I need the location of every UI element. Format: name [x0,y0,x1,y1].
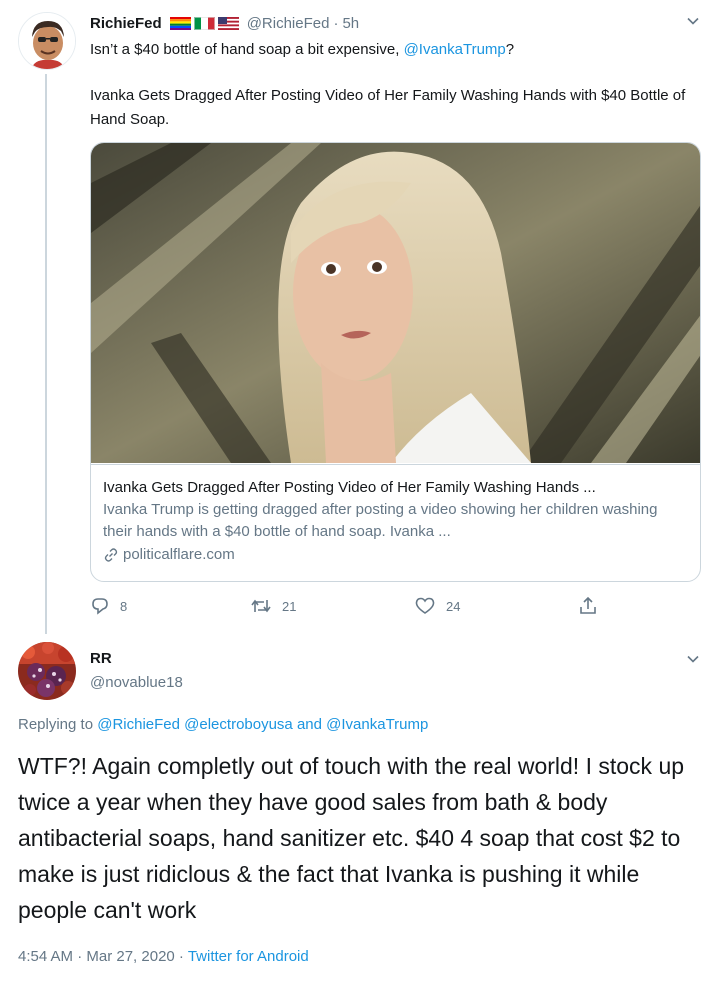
reply-mention-richiefed[interactable]: @RichieFed [97,716,180,733]
author-handle[interactable]: @RichieFed [247,15,330,32]
replying-to: Replying to @RichieFed @electroboyusa an… [18,716,428,733]
tweet-header: RichieFed @RichieFed · 5h [90,12,359,34]
author-handle[interactable]: @novablue18 [90,674,183,691]
italy-flag-icon [193,16,215,30]
thread-line [45,74,47,634]
link-icon [104,548,118,562]
tweet-text: Isn’t a $40 bottle of hand soap a bit ex… [90,40,705,60]
reply-conjunction: and [292,716,327,733]
avatar-richiefed[interactable] [18,12,76,70]
like-icon [415,597,435,614]
share-icon [580,596,596,614]
tweet-actions: 8 21 24 [90,596,610,620]
tweet-source[interactable]: Twitter for Android [188,948,309,965]
card-body: Ivanka Gets Dragged After Posting Video … [91,464,700,581]
like-count: 24 [446,598,461,614]
tweet-text: WTF?! Again completly out of touch with … [18,753,685,923]
card-domain-text: politicalflare.com [123,546,235,563]
tweet-richiefed[interactable]: RichieFed @RichieFed · 5h Isn’t a $40 bo… [0,0,720,634]
author-name[interactable]: RR [90,650,112,667]
meta-separator: · [174,948,188,965]
share-button[interactable] [578,596,598,616]
avatar-rr[interactable] [18,642,76,700]
reply-mention-electroboyusa[interactable]: @electroboyusa [184,716,293,733]
like-button[interactable]: 24 [414,596,460,616]
tweet-text-suffix: ? [505,41,515,58]
rainbow-flag-icon [169,16,191,30]
card-title: Ivanka Gets Dragged After Posting Video … [103,479,596,496]
reply-icon [92,598,108,615]
card-image [91,143,700,463]
retweet-count: 21 [282,598,297,614]
mention-link[interactable]: @IvankaTrump [404,41,506,58]
retweet-icon [251,599,271,613]
author-name[interactable]: RichieFed [90,15,162,32]
reply-count: 8 [120,598,128,614]
tweet-rr[interactable]: RR @novablue18 Replying to @RichieFed @e… [0,636,720,988]
flag-emojis [169,16,239,30]
caret-down-icon[interactable] [686,652,700,666]
card-description: Ivanka Trump is getting dragged after po… [103,501,658,540]
tweet-text-prefix: Isn’t a $40 bottle of hand soap a bit ex… [90,41,404,58]
tweet-meta: 4:54 AM · Mar 27, 2020 · Twitter for And… [18,948,309,965]
separator-dot: · [333,14,339,32]
reply-mention-ivankatrump[interactable]: @IvankaTrump [326,716,428,733]
replying-label: Replying to [18,716,98,733]
link-card[interactable]: Ivanka Gets Dragged After Posting Video … [90,142,701,582]
tweet-timestamp[interactable]: 4:54 AM · Mar 27, 2020 [18,948,175,965]
tweet-time[interactable]: 5h [342,15,359,32]
caret-down-icon[interactable] [686,14,700,28]
tweet-headline: Ivanka Gets Dragged After Posting Video … [90,87,686,128]
retweet-button[interactable]: 21 [250,596,296,616]
usa-flag-icon [217,16,239,30]
reply-button[interactable]: 8 [90,596,127,616]
card-domain: politicalflare.com [103,544,690,566]
